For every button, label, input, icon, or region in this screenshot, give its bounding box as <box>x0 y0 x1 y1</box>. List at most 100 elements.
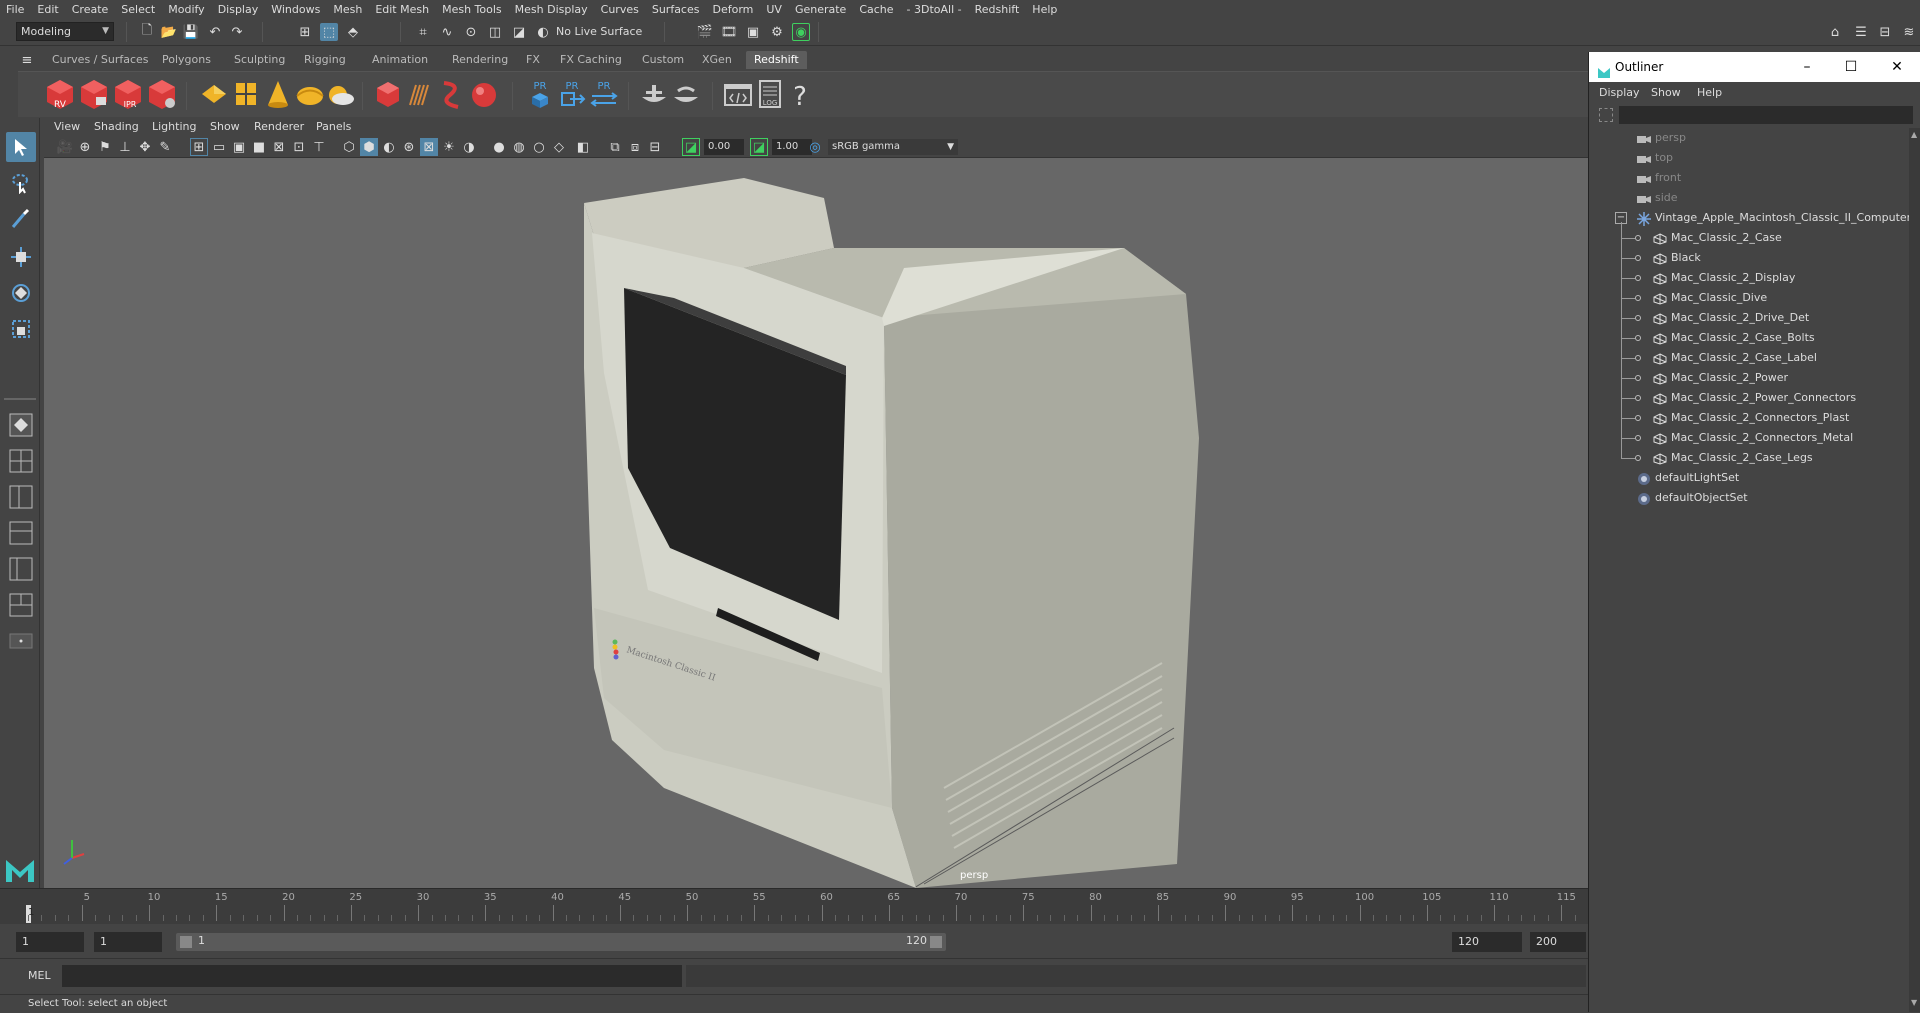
select-hierarchy-icon[interactable]: ⊞ <box>296 23 314 41</box>
outliner-mesh-item[interactable]: Mac_Classic_2_Connectors_Metal <box>1589 428 1909 448</box>
layout-menu-icon[interactable] <box>6 626 36 656</box>
animation-start-field[interactable]: 1 <box>16 932 84 952</box>
screen-space-ao-icon[interactable]: ● <box>490 138 508 156</box>
viewport-menu-view[interactable]: View <box>54 120 80 133</box>
outliner-camera-top[interactable]: top <box>1589 148 1909 168</box>
snap-view-icon[interactable]: ◫ <box>486 23 504 41</box>
menu-curves[interactable]: Curves <box>601 3 639 16</box>
outliner-mesh-item[interactable]: Mac_Classic_2_Case_Bolts <box>1589 328 1909 348</box>
outliner-search-input[interactable] <box>1619 106 1913 124</box>
outliner-mesh-item[interactable]: Mac_Classic_2_Display <box>1589 268 1909 288</box>
outliner-menu-display[interactable]: Display <box>1599 86 1640 99</box>
xray-components-icon[interactable]: ⊟ <box>646 138 664 156</box>
time-slider[interactable]: 1 5 10 15 20 25 30 35 40 45 50 55 60 65 70 75 80 85 90 95 1… <box>0 888 1603 924</box>
outliner-camera-persp[interactable]: persp <box>1589 128 1909 148</box>
save-scene-icon[interactable]: 💾 <box>182 23 200 41</box>
menu-uv[interactable]: UV <box>766 3 782 16</box>
macintosh-classic-model[interactable]: Macintosh Classic II <box>44 158 1592 888</box>
menu-mesh[interactable]: Mesh <box>333 3 362 16</box>
xray-icon[interactable]: ⧉ <box>606 138 624 156</box>
use-all-lights-icon[interactable]: ☀ <box>440 138 458 156</box>
visibility-dot-icon[interactable] <box>1635 315 1641 321</box>
menu-windows[interactable]: Windows <box>271 3 320 16</box>
safe-title-icon[interactable]: ⊤ <box>310 138 328 156</box>
snap-surface-icon[interactable]: ◪ <box>510 23 528 41</box>
menu-display[interactable]: Display <box>218 3 259 16</box>
redshift-env-icon[interactable] <box>638 77 670 111</box>
shaded-wireframe-icon[interactable]: ⊛ <box>400 138 418 156</box>
gamma-icon[interactable]: ◪ <box>750 138 768 156</box>
redshift-render-icon[interactable] <box>78 77 110 111</box>
outliner-menu-show[interactable]: Show <box>1651 86 1681 99</box>
tool-settings-icon[interactable]: ⊟ <box>1876 23 1894 41</box>
animation-end-field[interactable]: 200 <box>1530 932 1586 952</box>
shelf-tab-custom[interactable]: Custom <box>634 51 692 69</box>
range-end-handle[interactable] <box>930 936 942 948</box>
mode-selector[interactable]: Modeling ▼ <box>16 22 114 41</box>
render-sequence-icon[interactable]: 🎞 <box>720 23 738 41</box>
menu-edit-mesh[interactable]: Edit Mesh <box>375 3 429 16</box>
isolate-select-icon[interactable]: ◧ <box>574 138 592 156</box>
outliner-mesh-item[interactable]: Mac_Classic_2_Power_Connectors <box>1589 388 1909 408</box>
command-input[interactable] <box>62 965 682 987</box>
menu-3dtoall[interactable]: - 3DtoAll - <box>907 3 962 16</box>
shelf-tab-curves-surfaces[interactable]: Curves / Surfaces <box>44 51 157 69</box>
render-settings-icon[interactable]: ⚙ <box>768 23 786 41</box>
redshift-fog-icon[interactable] <box>670 77 702 111</box>
redshift-rect-light-icon[interactable] <box>230 77 262 111</box>
outliner-set-defaultObjectSet[interactable]: defaultObjectSet <box>1589 488 1909 508</box>
snap-curve-icon[interactable]: ∿ <box>438 23 456 41</box>
bookmark-icon[interactable]: ⚑ <box>96 138 114 156</box>
rotate-tool-icon[interactable] <box>6 278 36 308</box>
paint-select-tool-icon[interactable] <box>6 204 36 234</box>
outliner-set-defaultLightSet[interactable]: defaultLightSet <box>1589 468 1909 488</box>
viewport-menu-lighting[interactable]: Lighting <box>152 120 196 133</box>
outliner-camera-side[interactable]: side <box>1589 188 1909 208</box>
gate-mask-icon[interactable]: ■ <box>250 138 268 156</box>
menu-surfaces[interactable]: Surfaces <box>652 3 700 16</box>
snap-grid-icon[interactable]: ⌗ <box>414 23 432 41</box>
select-object-icon[interactable]: ⬚ <box>320 23 338 41</box>
persp-outliner-layout-icon[interactable] <box>6 554 36 584</box>
lasso-tool-icon[interactable] <box>6 168 36 198</box>
visibility-dot-icon[interactable] <box>1635 295 1641 301</box>
image-plane-icon[interactable]: ⊥ <box>116 138 134 156</box>
viewport-menu-panels[interactable]: Panels <box>316 120 351 133</box>
redshift-proxy-icon[interactable] <box>198 77 230 111</box>
multisample-aa-icon[interactable]: ○ <box>530 138 548 156</box>
field-chart-icon[interactable]: ⊠ <box>270 138 288 156</box>
menu-file[interactable]: File <box>6 3 24 16</box>
close-button[interactable]: ✕ <box>1875 52 1919 82</box>
range-start-handle[interactable] <box>180 936 192 948</box>
visibility-dot-icon[interactable] <box>1635 335 1641 341</box>
menu-mesh-display[interactable]: Mesh Display <box>515 3 588 16</box>
redshift-pr-icon-2[interactable]: PR <box>556 77 588 111</box>
outliner-menu-help[interactable]: Help <box>1697 86 1722 99</box>
menu-redshift[interactable]: Redshift <box>975 3 1020 16</box>
outliner-mesh-item[interactable]: Mac_Classic_Dive <box>1589 288 1909 308</box>
move-tool-icon[interactable] <box>6 242 36 272</box>
shelf-tab-fx[interactable]: FX <box>518 51 548 69</box>
2d-pan-zoom-icon[interactable]: ✥ <box>136 138 154 156</box>
menu-mesh-tools[interactable]: Mesh Tools <box>442 3 502 16</box>
visibility-dot-icon[interactable] <box>1635 355 1641 361</box>
hypershade-icon[interactable]: ◉ <box>792 23 810 41</box>
exposure-field[interactable]: 0.00 <box>704 139 744 155</box>
shelf-tab-xgen[interactable]: XGen <box>694 51 740 69</box>
menu-select[interactable]: Select <box>121 3 155 16</box>
visibility-dot-icon[interactable] <box>1635 275 1641 281</box>
redshift-sphere-icon[interactable] <box>468 77 500 111</box>
viewport-menu-renderer[interactable]: Renderer <box>254 120 304 133</box>
camera-attributes-icon[interactable]: ⊕ <box>76 138 94 156</box>
shelf-tab-rendering[interactable]: Rendering <box>444 51 516 69</box>
attribute-editor-icon[interactable]: ☰ <box>1852 23 1870 41</box>
viewport-menu-shading[interactable]: Shading <box>94 120 139 133</box>
menu-generate[interactable]: Generate <box>795 3 846 16</box>
minimize-button[interactable]: – <box>1785 52 1829 82</box>
visibility-dot-icon[interactable] <box>1635 375 1641 381</box>
open-scene-icon[interactable]: 📂 <box>160 23 178 41</box>
redshift-script-icon[interactable] <box>722 77 754 111</box>
outliner-mesh-item[interactable]: Mac_Classic_2_Case <box>1589 228 1909 248</box>
modeling-toolkit-icon[interactable]: ⌂ <box>1826 23 1844 41</box>
undo-icon[interactable]: ↶ <box>206 23 224 41</box>
